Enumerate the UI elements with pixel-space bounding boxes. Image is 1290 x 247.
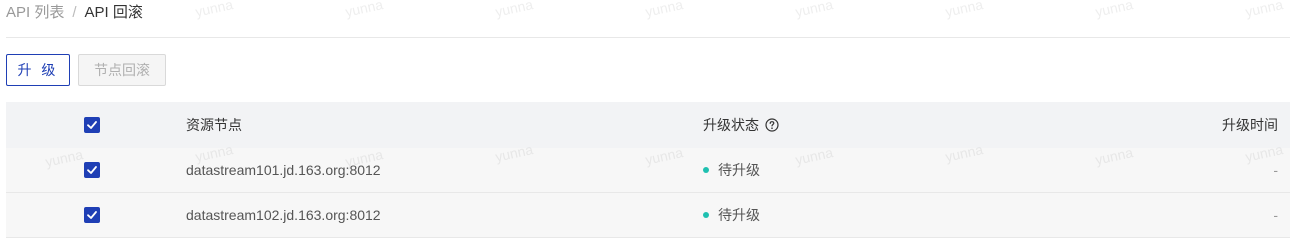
row-checkbox[interactable] [84, 162, 100, 178]
node-table: 资源节点 升级状态 升级时间 datastream101.jd.163.org:… [6, 102, 1290, 238]
column-header-node: 资源节点 [186, 117, 242, 133]
checkmark-icon [87, 211, 97, 219]
node-rollback-button[interactable]: 节点回滚 [78, 54, 166, 86]
breadcrumb-api-list-link[interactable]: API 列表 [6, 3, 64, 23]
checkmark-icon [87, 121, 97, 129]
watermark: yunna [643, 0, 685, 20]
breadcrumb-current: API 回滚 [84, 4, 143, 21]
watermark: yunna [943, 0, 985, 20]
breadcrumb: API 列表 / API 回滚 [6, 3, 143, 23]
row-checkbox[interactable] [84, 207, 100, 223]
toolbar: 升 级 节点回滚 [6, 54, 166, 86]
select-all-checkbox[interactable] [84, 117, 100, 133]
column-header-status-label: 升级状态 [703, 117, 759, 133]
status-dot-icon [703, 167, 709, 173]
header-checkbox-cell [84, 102, 100, 148]
status-text: 待升级 [718, 162, 760, 178]
api-rollback-page: API 列表 / API 回滚 升 级 节点回滚 资源节点 升级状态 升级时间 … [0, 0, 1290, 247]
status-text: 待升级 [718, 207, 760, 223]
node-address: datastream102.jd.163.org:8012 [186, 207, 381, 223]
column-header-time: 升级时间 [1222, 117, 1278, 133]
header-divider [6, 37, 1290, 38]
breadcrumb-separator: / [72, 4, 77, 21]
watermark: yunna [1243, 0, 1285, 20]
watermark: yunna [493, 0, 535, 20]
checkmark-icon [87, 166, 97, 174]
status-cell: 待升级 [703, 148, 760, 192]
upgrade-time: - [1273, 207, 1278, 223]
node-address: datastream101.jd.163.org:8012 [186, 162, 381, 178]
status-cell: 待升级 [703, 193, 760, 237]
row-checkbox-cell [84, 193, 100, 237]
upgrade-time: - [1273, 162, 1278, 178]
question-circle-icon[interactable] [765, 118, 779, 132]
upgrade-button[interactable]: 升 级 [6, 54, 70, 86]
row-checkbox-cell [84, 148, 100, 192]
watermark: yunna [793, 0, 835, 20]
watermark: yunna [343, 0, 385, 20]
column-header-status: 升级状态 [703, 102, 779, 148]
table-row: datastream102.jd.163.org:8012 待升级 - [6, 193, 1290, 238]
status-dot-icon [703, 212, 709, 218]
table-row: datastream101.jd.163.org:8012 待升级 - [6, 148, 1290, 193]
table-header-row: 资源节点 升级状态 升级时间 [6, 102, 1290, 148]
watermark: yunna [1093, 0, 1135, 20]
watermark: yunna [193, 0, 235, 20]
